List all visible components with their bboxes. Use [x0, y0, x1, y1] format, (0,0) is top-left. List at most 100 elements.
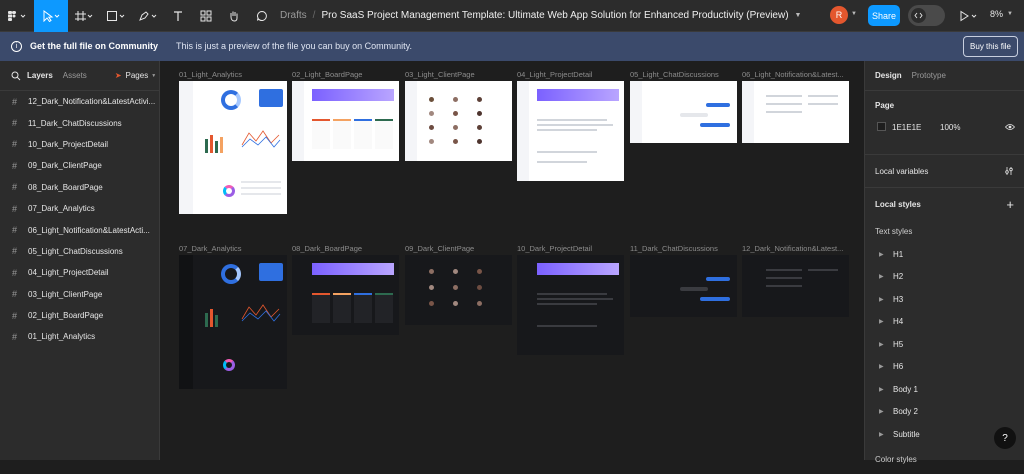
text-style-item[interactable]: ▶ Body 2 [865, 401, 1024, 424]
comment-tool-button[interactable] [248, 0, 276, 32]
move-tool-button[interactable] [34, 0, 68, 32]
pages-chevron-icon[interactable]: ▼ [151, 73, 156, 79]
layer-item[interactable]: #03_Light_ClientPage [0, 284, 159, 305]
text-style-label: Body 1 [893, 384, 918, 394]
frame-label[interactable]: 01_Light_Analytics [179, 70, 287, 79]
frame-label[interactable]: 09_Dark_ClientPage [405, 244, 513, 253]
frame-label[interactable]: 04_Light_ProjectDetail [517, 70, 625, 79]
text-style-item[interactable]: ▶ H5 [865, 333, 1024, 356]
main-menu-button[interactable] [0, 0, 34, 32]
frame-label[interactable]: 05_Light_ChatDiscussions [630, 70, 738, 79]
dev-mode-toggle[interactable] [908, 5, 945, 26]
help-button[interactable]: ? [994, 427, 1016, 449]
text-style-label: Subtitle [893, 429, 920, 439]
thumb-avatar [429, 111, 434, 116]
layer-item[interactable]: #02_Light_BoardPage [0, 305, 159, 326]
layer-item[interactable]: #12_Dark_Notification&LatestActivi... [0, 91, 159, 112]
design-canvas[interactable]: 01_Light_Analytics 02_Light_BoardPage 03… [160, 61, 864, 460]
tab-layers[interactable]: Layers [27, 71, 53, 80]
frame-dark-boardpage[interactable] [292, 255, 399, 335]
frame-label[interactable]: 12_Dark_Notification&Latest... [742, 244, 852, 253]
thumb-line [537, 293, 607, 295]
search-icon[interactable] [11, 71, 21, 81]
tab-prototype[interactable]: Prototype [912, 71, 946, 80]
thumb-line [241, 181, 281, 183]
tab-pages[interactable]: Pages [126, 71, 149, 80]
frame-label[interactable]: 06_Light_Notification&Latest... [742, 70, 852, 79]
tab-design[interactable]: Design [875, 71, 902, 80]
frame-label[interactable]: 08_Dark_BoardPage [292, 244, 400, 253]
avatar[interactable]: R [830, 6, 848, 24]
frame-light-chatdiscussions[interactable] [630, 81, 737, 143]
layer-item[interactable]: #09_Dark_ClientPage [0, 155, 159, 176]
pen-tool-button[interactable] [132, 0, 164, 32]
frame-dark-chatdiscussions[interactable] [630, 255, 737, 317]
layer-label: 11_Dark_ChatDiscussions [28, 118, 122, 128]
frame-dark-analytics[interactable] [179, 255, 287, 389]
frame-hash-icon: # [12, 246, 18, 257]
thumb-cover [537, 89, 619, 101]
frame-label[interactable]: 03_Light_ClientPage [405, 70, 513, 79]
file-title[interactable]: Pro SaaS Project Management Template: Ul… [321, 10, 788, 21]
chevron-right-icon: ▶ [879, 409, 884, 416]
frame-label[interactable]: 02_Light_BoardPage [292, 70, 400, 79]
layer-list: #12_Dark_Notification&LatestActivi... #1… [0, 91, 159, 348]
local-variables-row[interactable]: Local variables [865, 155, 1024, 188]
layer-item[interactable]: #07_Dark_Analytics [0, 198, 159, 219]
present-button[interactable] [958, 8, 980, 24]
layer-item[interactable]: #10_Dark_ProjectDetail [0, 134, 159, 155]
thumb-line [808, 103, 838, 105]
layer-item[interactable]: #04_Light_ProjectDetail [0, 262, 159, 283]
text-style-item[interactable]: ▶ H2 [865, 266, 1024, 289]
page-color-value[interactable]: 1E1E1E [892, 123, 921, 132]
thumb-bar [205, 139, 208, 153]
layer-item[interactable]: #11_Dark_ChatDiscussions [0, 112, 159, 133]
layer-item[interactable]: #06_Light_Notification&LatestActi... [0, 219, 159, 240]
text-style-item[interactable]: ▶ H1 [865, 243, 1024, 266]
frame-dark-clientpage[interactable] [405, 255, 512, 325]
frame-label[interactable]: 11_Dark_ChatDiscussions [630, 244, 738, 253]
frame-light-notification[interactable] [742, 81, 849, 143]
frame-dark-projectdetail[interactable] [517, 255, 624, 355]
thumb-column [375, 119, 393, 149]
properties-panel: Design Prototype Page 1E1E1E 100% Local … [864, 61, 1024, 464]
avatar-chevron-icon[interactable]: ▼ [851, 11, 857, 17]
community-banner: i Get the full file on Community This is… [0, 32, 1024, 61]
frame-dark-notification[interactable] [742, 255, 849, 317]
buy-file-button[interactable]: Buy this file [963, 36, 1018, 57]
thumb-line [808, 269, 838, 271]
title-chevron-icon[interactable]: ▼ [795, 12, 802, 19]
text-style-item[interactable]: ▶ H4 [865, 311, 1024, 334]
zoom-control[interactable]: 8% ▼ [990, 9, 1013, 19]
eye-icon[interactable] [1005, 123, 1015, 131]
page-opacity-value[interactable]: 100% [940, 123, 960, 132]
frame-label[interactable]: 10_Dark_ProjectDetail [517, 244, 625, 253]
chevron-right-icon: ▶ [879, 296, 884, 303]
thumb-avatar [453, 285, 458, 290]
share-button[interactable]: Share [868, 5, 900, 26]
page-color-swatch[interactable] [877, 122, 886, 131]
thumb-avatar [429, 269, 434, 274]
resources-button[interactable] [192, 0, 220, 32]
layer-item[interactable]: #01_Light_Analytics [0, 326, 159, 347]
layer-item[interactable]: #05_Light_ChatDiscussions [0, 241, 159, 262]
frame-tool-button[interactable] [68, 0, 100, 32]
text-style-item[interactable]: ▶ H6 [865, 356, 1024, 379]
shape-tool-button[interactable] [100, 0, 132, 32]
breadcrumb-drafts[interactable]: Drafts [280, 10, 307, 21]
frame-light-boardpage[interactable] [292, 81, 399, 161]
frame-light-clientpage[interactable] [405, 81, 512, 161]
thumb-avatar [429, 301, 434, 306]
tab-assets[interactable]: Assets [63, 71, 87, 80]
layer-item[interactable]: #08_Dark_BoardPage [0, 177, 159, 198]
text-style-item[interactable]: ▶ H3 [865, 288, 1024, 311]
text-tool-button[interactable] [164, 0, 192, 32]
frame-label[interactable]: 07_Dark_Analytics [179, 244, 287, 253]
add-style-icon[interactable]: + [1006, 197, 1014, 212]
variables-icon[interactable] [1004, 166, 1014, 176]
text-style-item[interactable]: ▶ Body 1 [865, 378, 1024, 401]
hand-tool-button[interactable] [220, 0, 248, 32]
text-icon [174, 10, 182, 21]
frame-light-analytics[interactable] [179, 81, 287, 214]
frame-light-projectdetail[interactable] [517, 81, 624, 181]
